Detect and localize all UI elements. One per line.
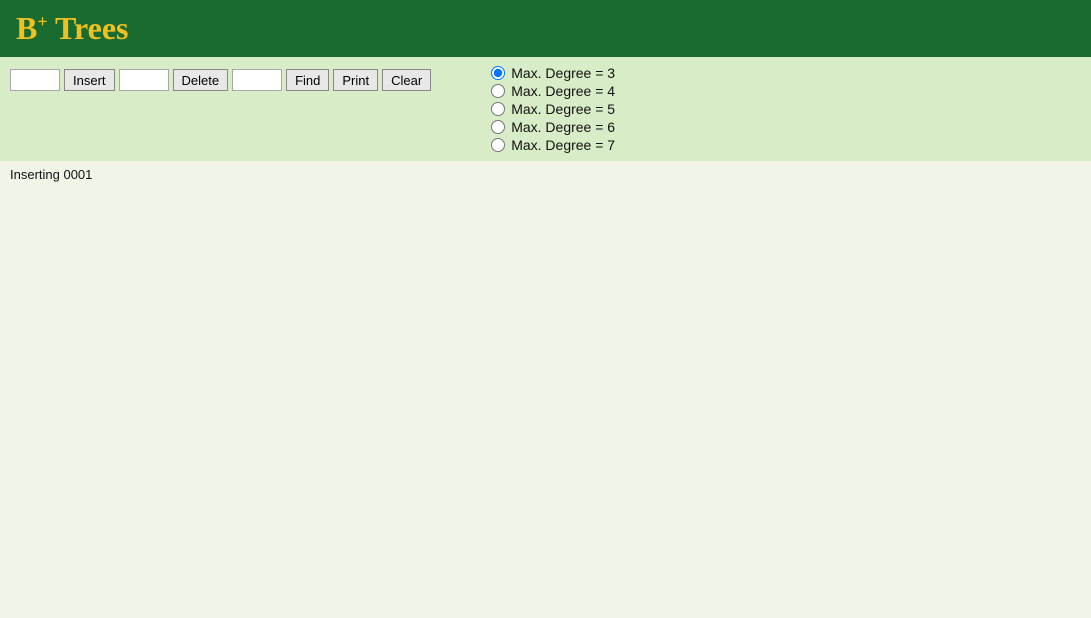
radio-label-4: Max. Degree = 4	[511, 83, 615, 99]
title-plus: +	[37, 11, 47, 31]
radio-label-7: Max. Degree = 7	[511, 137, 615, 153]
title-b: B	[16, 10, 37, 46]
radio-label-6: Max. Degree = 6	[511, 119, 615, 135]
radio-item-3[interactable]: Max. Degree = 3	[491, 65, 615, 81]
radio-item-5[interactable]: Max. Degree = 5	[491, 101, 615, 117]
delete-input[interactable]	[119, 69, 169, 91]
degree-radio-group: Max. Degree = 3 Max. Degree = 4 Max. Deg…	[491, 65, 615, 153]
insert-input[interactable]	[10, 69, 60, 91]
toolbar-controls: Insert Delete Find Print Clear	[10, 65, 431, 91]
radio-degree-3[interactable]	[491, 66, 505, 80]
clear-button[interactable]: Clear	[382, 69, 431, 91]
insert-button[interactable]: Insert	[64, 69, 115, 91]
find-button[interactable]: Find	[286, 69, 329, 91]
radio-item-4[interactable]: Max. Degree = 4	[491, 83, 615, 99]
delete-button[interactable]: Delete	[173, 69, 229, 91]
app-header: B+ Trees	[0, 0, 1091, 57]
main-canvas	[0, 188, 1091, 588]
radio-degree-5[interactable]	[491, 102, 505, 116]
app-title: B+ Trees	[16, 10, 128, 47]
status-bar: Inserting 0001	[0, 161, 1091, 188]
radio-degree-6[interactable]	[491, 120, 505, 134]
find-input[interactable]	[232, 69, 282, 91]
status-message: Inserting 0001	[10, 167, 92, 182]
radio-degree-4[interactable]	[491, 84, 505, 98]
radio-item-6[interactable]: Max. Degree = 6	[491, 119, 615, 135]
print-button[interactable]: Print	[333, 69, 378, 91]
radio-degree-7[interactable]	[491, 138, 505, 152]
radio-label-3: Max. Degree = 3	[511, 65, 615, 81]
title-rest: Trees	[48, 10, 129, 46]
toolbar: Insert Delete Find Print Clear Max. Degr…	[0, 57, 1091, 161]
radio-item-7[interactable]: Max. Degree = 7	[491, 137, 615, 153]
radio-label-5: Max. Degree = 5	[511, 101, 615, 117]
